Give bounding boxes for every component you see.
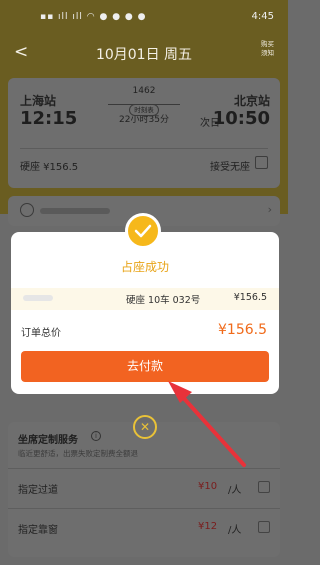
pointer-arrow: [168, 381, 246, 467]
